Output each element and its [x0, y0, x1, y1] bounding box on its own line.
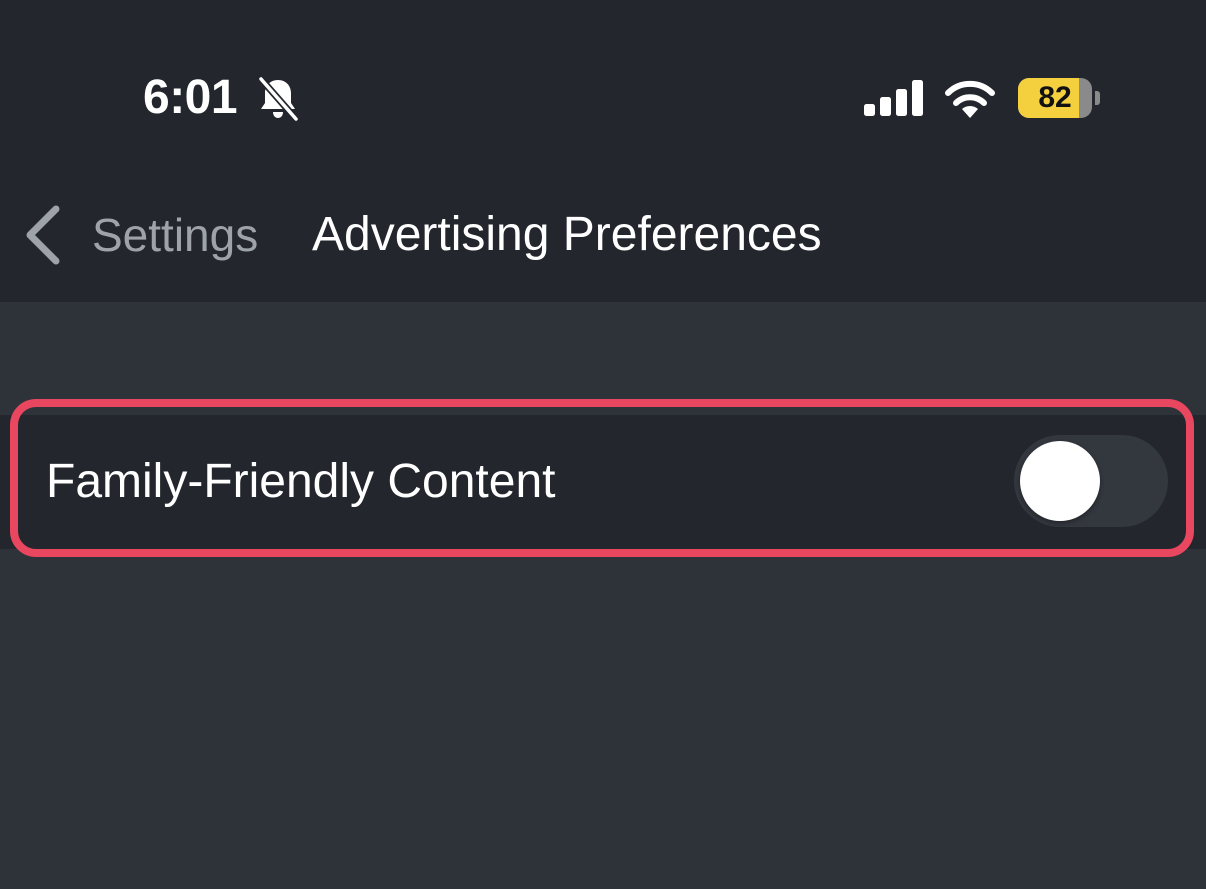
- settings-row-family-friendly: Family-Friendly Content: [0, 415, 1206, 549]
- status-bar: 6:01 82: [0, 0, 1206, 160]
- cellular-signal-icon: [864, 80, 923, 116]
- wifi-icon: [945, 80, 995, 118]
- bell-slash-icon: [257, 76, 300, 122]
- back-label: Settings: [92, 209, 259, 261]
- chevron-left-icon: [26, 205, 60, 265]
- header-area: 6:01 82 Settings Advertising Preferences: [0, 0, 1206, 302]
- navigation-bar: Settings Advertising Preferences: [0, 180, 1206, 290]
- family-friendly-toggle[interactable]: [1014, 435, 1168, 527]
- page-title: Advertising Preferences: [312, 208, 822, 261]
- battery-indicator: 82: [1018, 78, 1100, 118]
- row-label: Family-Friendly Content: [46, 455, 556, 508]
- status-time: 6:01: [143, 71, 238, 124]
- back-button[interactable]: Settings: [22, 200, 258, 270]
- battery-level: 82: [1038, 81, 1072, 114]
- toggle-knob: [1020, 441, 1100, 521]
